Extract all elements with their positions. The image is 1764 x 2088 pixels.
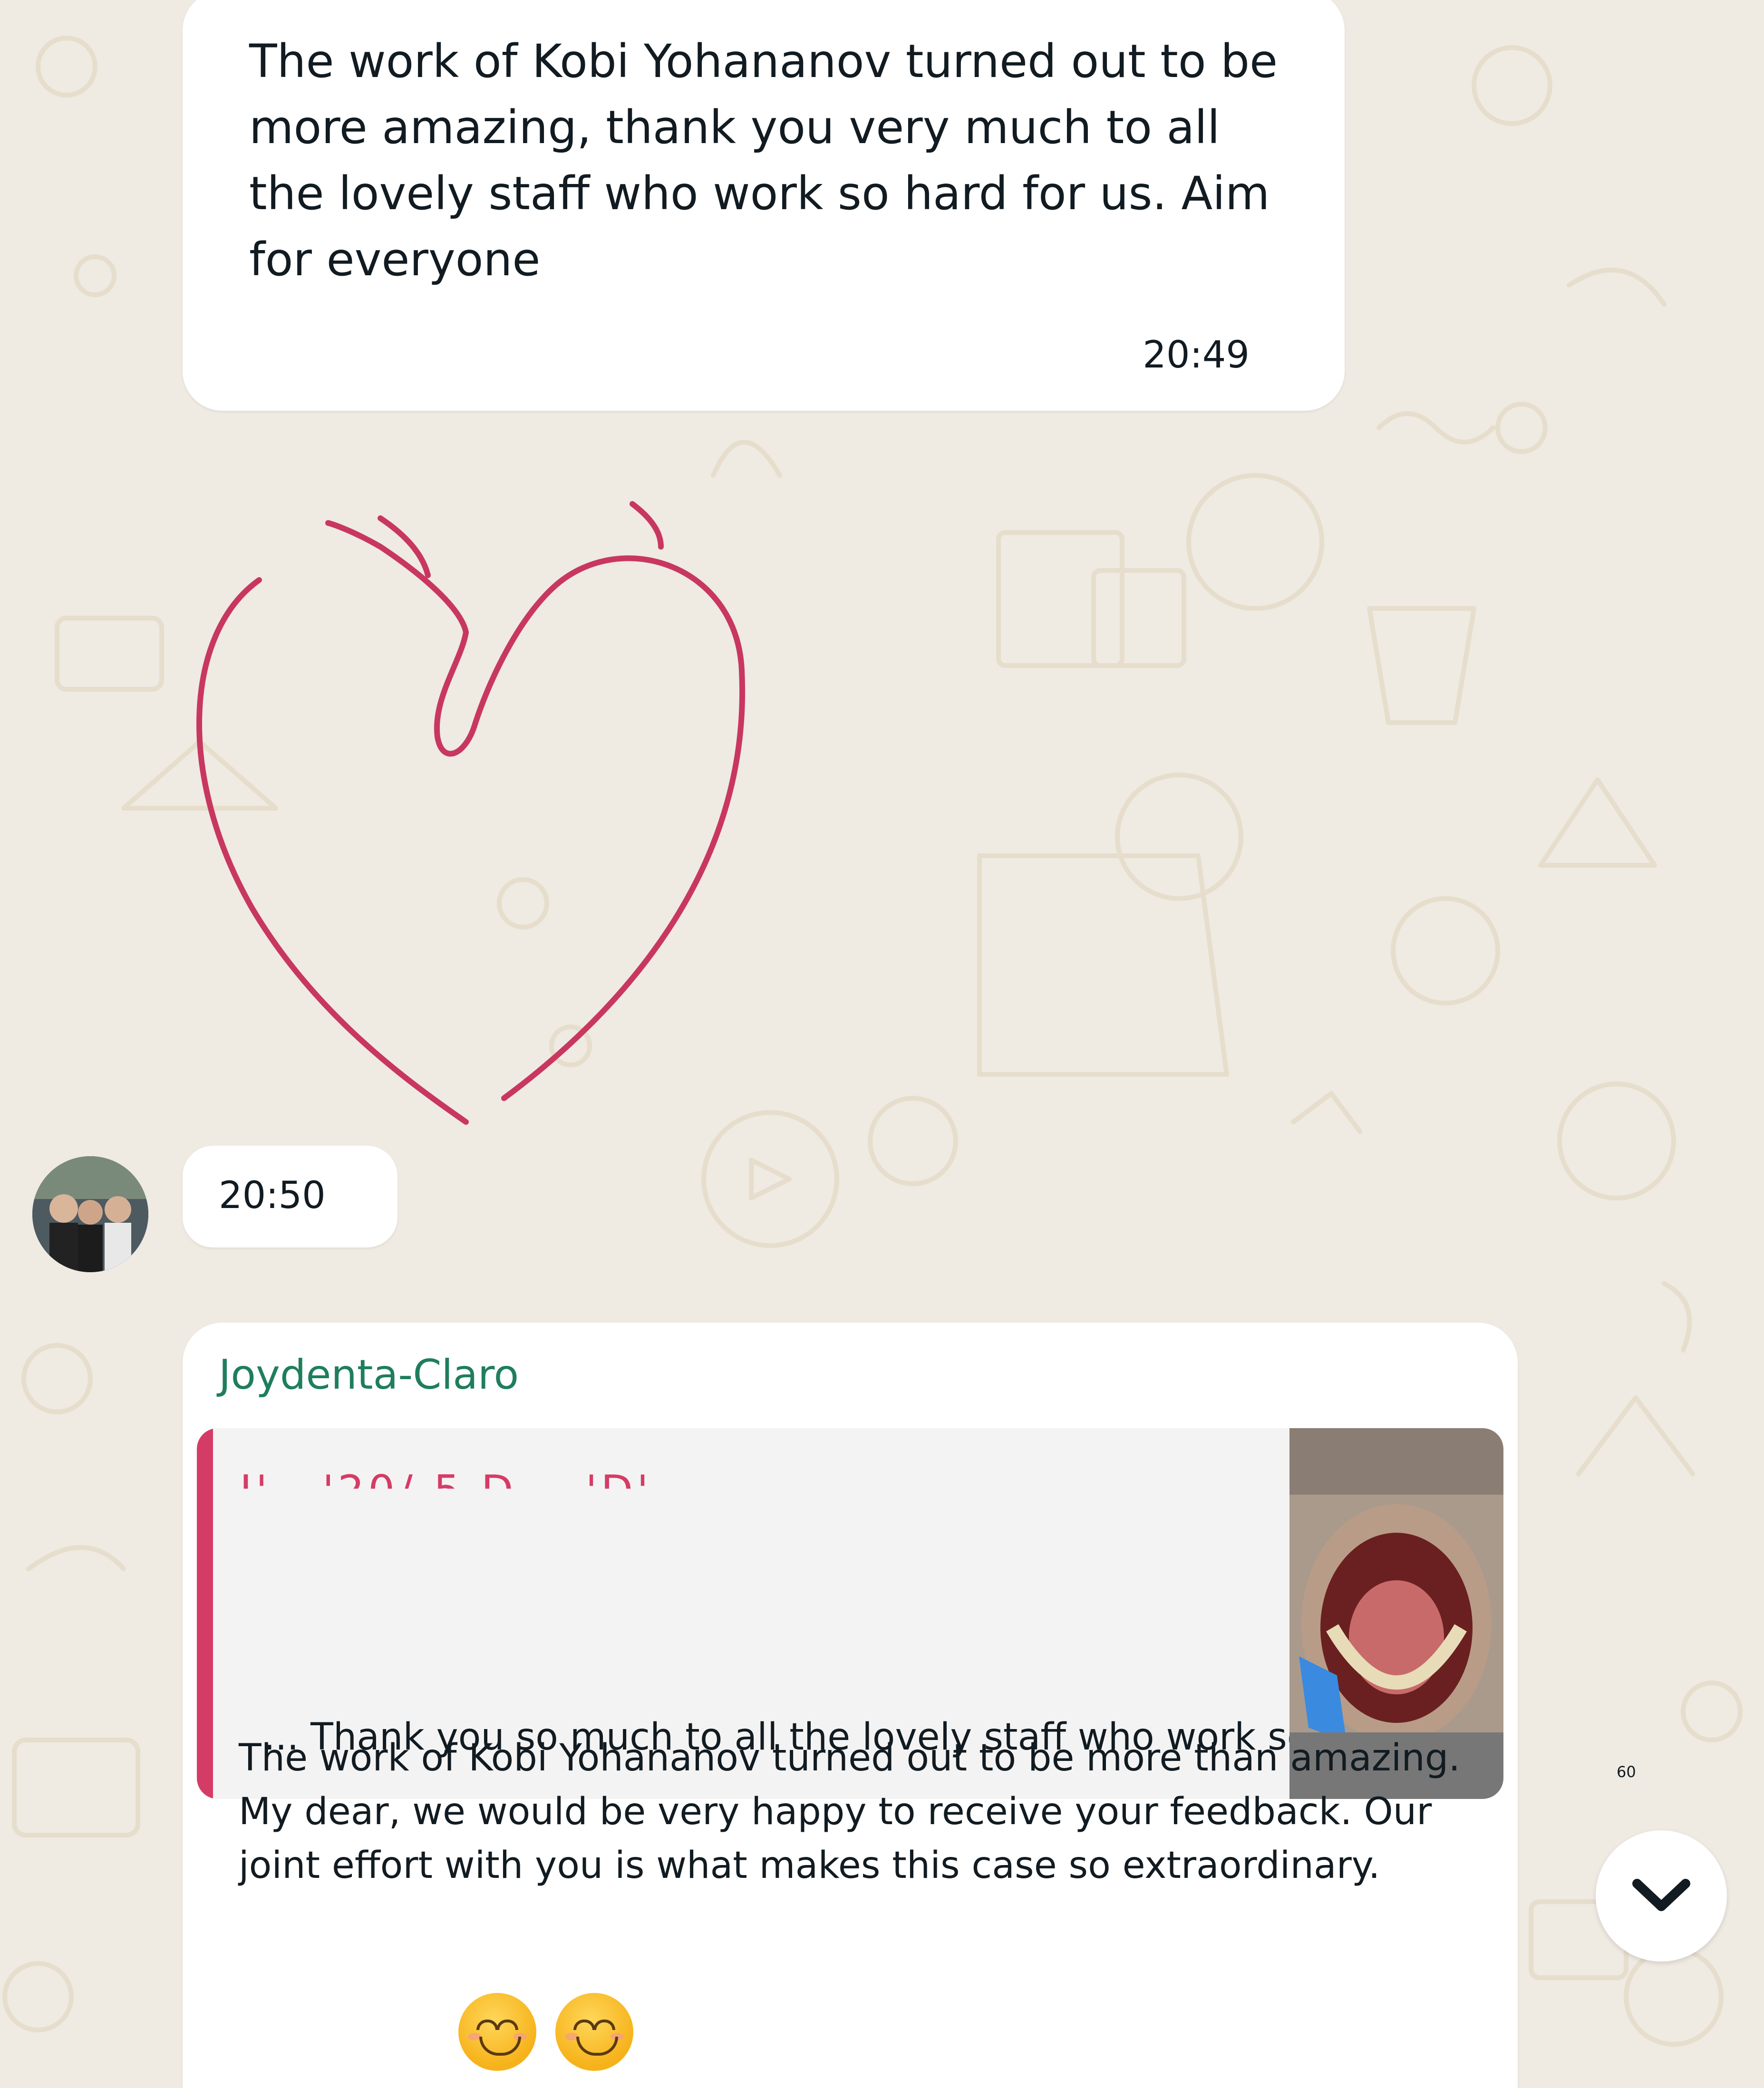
message-bubble-incoming[interactable]: The work of Kobi Yohananov turned out to… [183, 0, 1345, 411]
message-timestamp: 20:50 [219, 1174, 326, 1217]
sticker-timestamp-bubble: 20:50 [183, 1146, 397, 1247]
message-text: The work of Kobi Yohananov turned out to… [239, 1737, 1461, 1887]
sender-name[interactable]: Joydenta-Claro [219, 1351, 519, 1399]
smiling-face-icon [555, 1993, 633, 2071]
scroll-to-bottom-button[interactable] [1596, 1830, 1727, 1962]
smiling-face-icon [458, 1993, 536, 2071]
avatar[interactable] [32, 1156, 148, 1272]
emoji-row [458, 1993, 633, 2071]
chevron-down-icon [1632, 1879, 1690, 1911]
message-bubble-reply[interactable]: Joydenta-Claro J'...'20/ 5 D... 'D'... .… [183, 1323, 1518, 2088]
heart-icon[interactable] [157, 433, 789, 1136]
message-timestamp: 20:49 [1143, 334, 1250, 377]
message-text: The work of Kobi Yohananov turned out to… [249, 35, 1292, 286]
quoted-sender: J'...'20/ 5 D... 'D'... [240, 1466, 704, 1515]
quote-accent-bar [197, 1428, 213, 1799]
unread-count-badge: 60 [1617, 1763, 1636, 1781]
